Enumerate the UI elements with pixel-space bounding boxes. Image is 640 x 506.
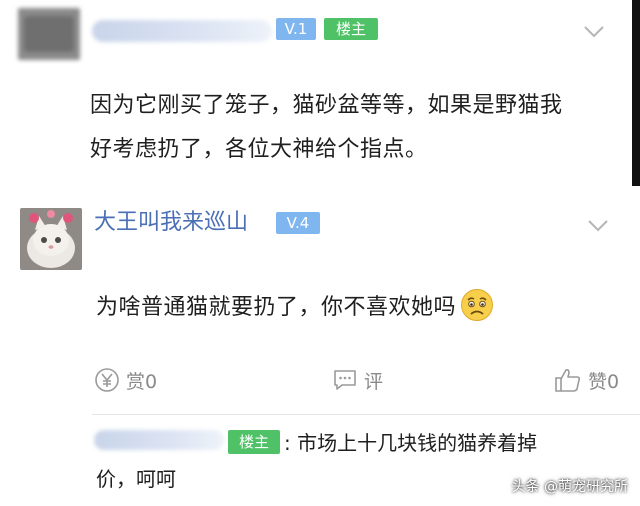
thumbs-up-icon: [555, 369, 581, 392]
chevron-down-icon[interactable]: [582, 24, 606, 40]
username-blurred[interactable]: [92, 20, 272, 42]
chevron-down-icon[interactable]: [586, 218, 610, 234]
username[interactable]: 大王叫我来巡山: [94, 210, 248, 236]
reply-username-blurred[interactable]: [94, 430, 224, 450]
watermark: 头条 @萌宠研究所: [511, 479, 628, 495]
reply-text-line: 价，呵呵: [96, 467, 176, 491]
reward-button[interactable]: 赏0: [94, 366, 157, 394]
screen-edge: [632, 0, 640, 186]
cat-avatar-icon: [20, 208, 82, 270]
post-content-line: 好考虑扔了，各位大神给个指点。: [90, 137, 428, 162]
level-badge: V.1: [276, 18, 316, 40]
like-button[interactable]: 赞0: [554, 366, 619, 394]
op-badge: 楼主: [324, 18, 378, 40]
post-reply: 大王叫我来巡山 V.4 为啥普通猫就要扔了，你不喜欢她吗 赏0 评 赞0: [0, 186, 640, 416]
avatar[interactable]: [18, 8, 80, 60]
worried-emoji-icon: [461, 289, 494, 321]
op-badge: 楼主: [228, 430, 280, 454]
comment-bubble-icon: [334, 370, 356, 390]
post-content: 因为它刚买了笼子，猫砂盆等等，如果是野猫我 好考虑扔了，各位大神给个指点。: [90, 84, 620, 172]
post-content-line: 因为它刚买了笼子，猫砂盆等等，如果是野猫我: [90, 93, 563, 118]
reward-count: 赏0: [126, 370, 158, 393]
divider: [92, 414, 640, 415]
reply-content: 为啥普通猫就要扔了，你不喜欢她吗: [96, 286, 626, 330]
comment-button[interactable]: 评: [332, 366, 383, 394]
level-badge: V.4: [276, 212, 320, 234]
avatar-cat[interactable]: [20, 208, 82, 270]
reply-content-text: 为啥普通猫就要扔了，你不喜欢她吗: [96, 295, 457, 320]
post-op: V.1 楼主 因为它刚买了笼子，猫砂盆等等，如果是野猫我 好考虑扔了，各位大神给…: [0, 0, 640, 186]
comment-label: 评: [364, 370, 384, 393]
like-count: 赞0: [588, 370, 620, 393]
yen-coin-icon: [95, 368, 119, 392]
reply-text-line: : 市场上十几块钱的猫养着掉: [284, 431, 538, 455]
